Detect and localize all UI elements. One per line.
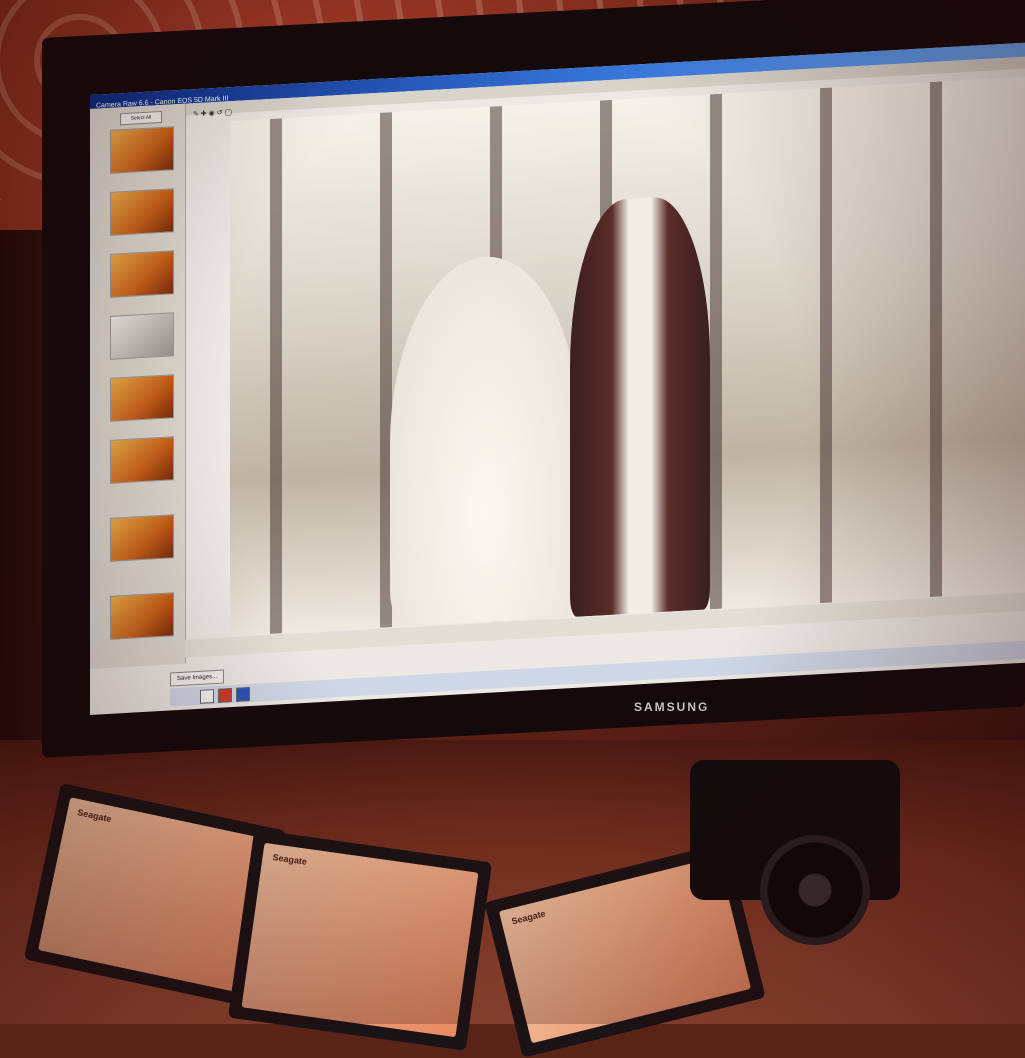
taskbar-start-icon[interactable] [200, 689, 214, 704]
thumbnail-8[interactable] [110, 592, 174, 640]
filmstrip-panel[interactable]: Select All [90, 103, 186, 670]
taskbar-app-icon[interactable] [218, 688, 232, 703]
thumbnail-6[interactable] [110, 436, 174, 484]
hard-drive-label: Seagate [241, 842, 479, 1038]
thumbnail-4[interactable] [110, 312, 174, 360]
camera-lens [760, 835, 870, 945]
thumbnail-3[interactable] [110, 250, 174, 298]
groom-figure [570, 194, 710, 618]
monitor-brand-logo: SAMSUNG [634, 700, 710, 714]
photoshop-icon[interactable] [236, 687, 250, 702]
thumbnail-2[interactable] [110, 188, 174, 236]
save-images-button[interactable]: Save Images... [170, 669, 224, 687]
thumbnail-1[interactable] [110, 126, 174, 174]
thumbnail-5[interactable] [110, 374, 174, 422]
hard-drive-2: Seagate [227, 829, 493, 1051]
thumbnail-7[interactable] [110, 514, 174, 562]
toolbar-tools-icon[interactable]: ✎ ✚ ◉ ↺ ◯ [193, 109, 232, 118]
monitor-screen: Camera Raw 6.6 - Canon EOS 5D Mark III ✎… [90, 42, 1025, 715]
select-all-button[interactable]: Select All [120, 110, 162, 126]
preview-image [230, 76, 1025, 637]
